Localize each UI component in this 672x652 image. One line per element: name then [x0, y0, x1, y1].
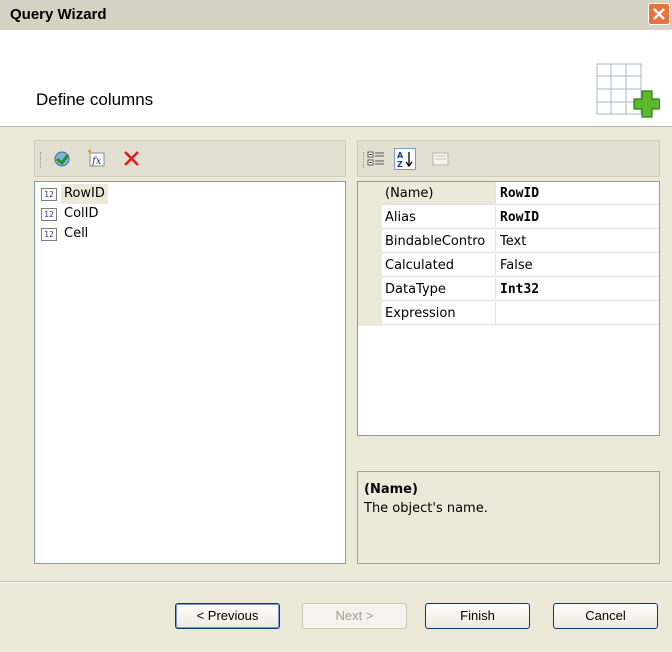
finish-button[interactable]: Finish	[425, 603, 530, 629]
title-bar: Query Wizard	[0, 0, 672, 31]
property-name: Alias	[382, 206, 496, 229]
property-pages-button	[430, 148, 452, 170]
row-gutter	[358, 254, 382, 278]
wizard-header: Define columns	[0, 30, 672, 127]
property-grid[interactable]: (Name) RowID Alias RowID BindableContro …	[357, 181, 660, 436]
svg-text:Z: Z	[397, 160, 403, 169]
add-calculated-column-button[interactable]: fx	[85, 148, 107, 170]
window-title: Query Wizard	[10, 6, 107, 23]
property-name: (Name)	[382, 182, 496, 205]
property-value[interactable]	[496, 302, 659, 325]
property-value[interactable]: Int32	[496, 278, 659, 301]
property-row[interactable]: Expression	[358, 302, 659, 326]
delete-column-button[interactable]	[121, 148, 143, 170]
property-value[interactable]: False	[496, 254, 659, 277]
property-row[interactable]: BindableContro Text	[358, 230, 659, 254]
property-value[interactable]: RowID	[496, 206, 659, 229]
property-value[interactable]: Text	[496, 230, 659, 253]
list-item[interactable]: 12 RowID	[41, 184, 331, 204]
svg-text:A: A	[397, 151, 404, 160]
description-text: The object's name.	[364, 501, 488, 516]
property-row[interactable]: (Name) RowID	[358, 182, 659, 206]
close-button[interactable]	[648, 3, 670, 25]
property-description: (Name) The object's name.	[357, 471, 660, 564]
columns-panel: fx 12 RowID 12 ColID 12 Cell	[34, 140, 346, 564]
categorized-icon	[367, 151, 384, 166]
add-column-icon	[54, 151, 70, 167]
property-name: DataType	[382, 278, 496, 301]
column-name: Cell	[64, 226, 89, 241]
column-name: RowID	[61, 184, 108, 204]
property-pages-icon	[432, 152, 449, 166]
properties-toolbar: A Z	[357, 140, 660, 177]
alphabetical-button[interactable]: A Z	[394, 148, 416, 170]
delete-icon	[124, 151, 139, 166]
description-title: (Name)	[364, 482, 418, 497]
column-name: ColID	[64, 206, 99, 221]
property-name: BindableContro	[382, 230, 496, 253]
columns-toolbar: fx	[34, 140, 346, 177]
categorized-button[interactable]	[365, 148, 387, 170]
property-row[interactable]: Calculated False	[358, 254, 659, 278]
property-name: Expression	[382, 302, 496, 325]
properties-panel: A Z (Name) RowID Alias RowID BindableCon…	[357, 140, 660, 564]
cancel-button[interactable]: Cancel	[553, 603, 658, 629]
page-title: Define columns	[36, 90, 154, 109]
property-row[interactable]: Alias RowID	[358, 206, 659, 230]
numeric-type-icon: 12	[41, 188, 57, 201]
next-button: Next >	[302, 603, 407, 629]
function-icon: fx	[88, 149, 105, 167]
add-column-icon	[596, 63, 660, 118]
toolbar-grip	[40, 152, 43, 168]
list-item[interactable]: 12 ColID	[41, 204, 331, 224]
previous-button[interactable]: < Previous	[175, 603, 280, 629]
property-name: Calculated	[382, 254, 496, 277]
sort-alphabetical-icon: A Z	[397, 151, 413, 169]
close-icon	[653, 8, 665, 20]
add-column-button[interactable]	[52, 148, 74, 170]
row-gutter	[358, 206, 382, 230]
row-gutter	[358, 230, 382, 254]
row-gutter	[358, 182, 382, 206]
row-gutter	[358, 278, 382, 302]
svg-text:fx: fx	[91, 156, 102, 167]
list-item[interactable]: 12 Cell	[41, 224, 331, 244]
row-gutter	[358, 302, 382, 326]
numeric-type-icon: 12	[41, 228, 57, 241]
property-row[interactable]: DataType Int32	[358, 278, 659, 302]
footer-divider	[0, 581, 672, 583]
property-value[interactable]: RowID	[496, 182, 659, 205]
numeric-type-icon: 12	[41, 208, 57, 221]
columns-list[interactable]: 12 RowID 12 ColID 12 Cell	[34, 181, 346, 564]
